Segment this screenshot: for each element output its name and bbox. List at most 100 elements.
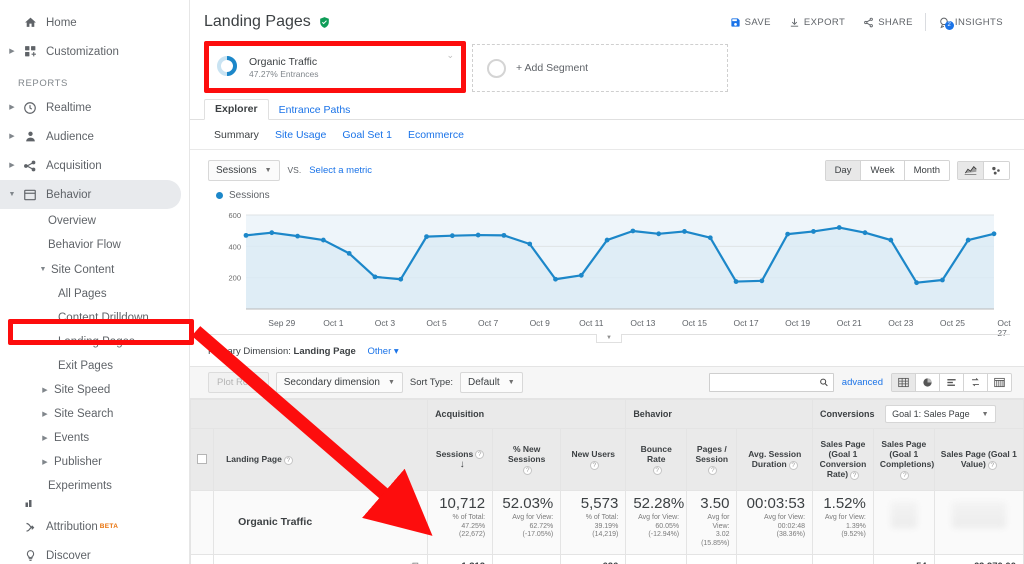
sidebar-item-events[interactable]: ▶ Events bbox=[0, 426, 189, 450]
help-icon[interactable]: ? bbox=[708, 465, 718, 475]
sidebar-item-site-content[interactable]: ▼ Site Content bbox=[0, 257, 189, 282]
attribution-icon bbox=[18, 520, 42, 534]
granularity-week[interactable]: Week bbox=[861, 160, 905, 180]
help-icon[interactable]: ? bbox=[987, 460, 997, 470]
help-icon[interactable]: ? bbox=[523, 465, 533, 475]
row-landing-page[interactable]: 1. / bbox=[213, 553, 429, 564]
goal-select[interactable]: Goal 1: Sales Page ▼ bbox=[885, 405, 996, 423]
sidebar-item-landing-pages[interactable]: Landing Pages bbox=[0, 330, 189, 354]
verified-shield-icon bbox=[318, 16, 331, 29]
sort-desc-icon[interactable]: ↓ bbox=[460, 459, 465, 470]
comparison-view-icon[interactable] bbox=[964, 374, 988, 391]
column-new-sessions-pct[interactable]: % New Sessions? bbox=[492, 428, 562, 491]
column-goal1-value[interactable]: Sales Page (Goal 1 Value)? bbox=[933, 428, 1024, 491]
pivot-view-icon[interactable] bbox=[988, 374, 1011, 391]
sidebar-item-behavior-flow[interactable]: Behavior Flow bbox=[0, 233, 189, 257]
help-icon[interactable]: ? bbox=[850, 470, 860, 480]
motion-chart-icon[interactable] bbox=[984, 161, 1009, 179]
help-icon[interactable]: ? bbox=[589, 460, 599, 470]
sidebar-item-all-pages[interactable]: All Pages bbox=[0, 282, 189, 306]
metric-bar: Sessions ▼ VS. Select a metric Day Week … bbox=[190, 150, 1024, 190]
sidebar-item-behavior[interactable]: ▼ Behavior bbox=[0, 180, 181, 209]
sidebar-item-content-drilldown[interactable]: Content Drilldown bbox=[0, 306, 189, 330]
subtab-site-usage[interactable]: Site Usage bbox=[275, 129, 326, 141]
search-input[interactable] bbox=[713, 377, 819, 388]
sidebar-item-customization[interactable]: ▶ Customization bbox=[0, 37, 189, 66]
share-button[interactable]: SHARE bbox=[854, 17, 922, 28]
column-goal1-conversion-rate[interactable]: Sales Page (Goal 1 Conversion Rate)? bbox=[812, 428, 874, 491]
add-segment-button[interactable]: + Add Segment bbox=[472, 44, 728, 92]
sidebar-item-exit-pages[interactable]: Exit Pages bbox=[0, 354, 189, 378]
subtab-goal-set-1[interactable]: Goal Set 1 bbox=[342, 129, 392, 141]
column-avg-session-duration[interactable]: Avg. Session Duration? bbox=[736, 428, 814, 491]
insights-icon: 2 bbox=[938, 16, 954, 30]
group-header-conversions: Conversions Goal 1: Sales Page ▼ bbox=[812, 399, 1024, 429]
insights-button[interactable]: 2 INSIGHTS bbox=[929, 16, 1012, 30]
select-metric-link[interactable]: Select a metric bbox=[309, 165, 372, 176]
line-chart-icon[interactable] bbox=[958, 161, 984, 179]
chevron-down-icon[interactable]: ⌄ bbox=[446, 50, 454, 61]
column-goal1-completions[interactable]: Sales Page (Goal 1 Completions)? bbox=[872, 428, 935, 491]
table-row[interactable]: 1. / 1,312 (12.25%) 47.71% 626 bbox=[190, 553, 1024, 564]
chart-expander-button[interactable]: ▼ bbox=[596, 334, 622, 343]
column-sessions[interactable]: Sessions? ↓ bbox=[427, 428, 494, 491]
primary-dimension-value[interactable]: Landing Page bbox=[294, 346, 356, 357]
bar-view-icon[interactable] bbox=[940, 374, 964, 391]
metric-select[interactable]: Sessions ▼ bbox=[208, 159, 280, 181]
search-icon[interactable] bbox=[819, 377, 829, 388]
header-actions: SAVE EXPORT SHARE 2 INSIGHTS bbox=[721, 13, 1012, 31]
tab-entrance-paths[interactable]: Entrance Paths bbox=[269, 101, 361, 120]
sidebar-item-discover[interactable]: Discover bbox=[0, 541, 189, 564]
sort-type-select[interactable]: Default ▼ bbox=[460, 372, 523, 393]
sidebar-item-site-search[interactable]: ▶ Site Search bbox=[0, 402, 189, 426]
sidebar-item-audience[interactable]: ▶ Audience bbox=[0, 122, 189, 151]
sessions-line-chart[interactable]: 200 400 600 bbox=[208, 207, 1010, 317]
sidebar-item-attribution[interactable]: Attribution BETA bbox=[0, 512, 189, 541]
column-new-users[interactable]: New Users? bbox=[560, 428, 627, 491]
granularity-day[interactable]: Day bbox=[825, 160, 862, 180]
table-view-icon[interactable] bbox=[892, 374, 916, 391]
sidebar-item-acquisition[interactable]: ▶ Acquisition bbox=[0, 151, 189, 180]
column-landing-page[interactable]: Landing Page? bbox=[213, 428, 429, 491]
column-pages-session[interactable]: Pages / Session? bbox=[686, 428, 738, 491]
sidebar-sublabel: Content Drilldown bbox=[58, 312, 149, 324]
secondary-dimension-select[interactable]: Secondary dimension ▼ bbox=[275, 372, 403, 393]
tab-explorer[interactable]: Explorer bbox=[204, 99, 269, 120]
audience-person-icon bbox=[18, 130, 42, 143]
sidebar-item-site-speed[interactable]: ▶ Site Speed bbox=[0, 378, 189, 402]
sidebar-item-publisher[interactable]: ▶ Publisher bbox=[0, 450, 189, 474]
row-cell-sessions: 1,312 (12.25%) bbox=[427, 553, 494, 564]
chevron-right-icon: ▶ bbox=[9, 104, 15, 111]
segment-organic-traffic[interactable]: Organic Traffic 47.27% Entrances ⌄ bbox=[204, 44, 462, 92]
granularity-month[interactable]: Month bbox=[904, 160, 949, 180]
svg-text:400: 400 bbox=[228, 242, 241, 251]
table-view-icons bbox=[891, 373, 1012, 392]
help-icon[interactable]: ? bbox=[900, 470, 910, 480]
save-button[interactable]: SAVE bbox=[721, 17, 780, 28]
help-icon[interactable]: ? bbox=[283, 455, 293, 465]
select-all-checkbox-cell[interactable] bbox=[190, 428, 215, 491]
sidebar-item-realtime[interactable]: ▶ Realtime bbox=[0, 93, 189, 122]
sidebar-item-home[interactable]: Home bbox=[0, 8, 189, 37]
subtab-ecommerce[interactable]: Ecommerce bbox=[408, 129, 464, 141]
help-icon[interactable]: ? bbox=[475, 450, 485, 460]
chart-legend: Sessions bbox=[208, 190, 1010, 207]
pie-view-icon[interactable] bbox=[916, 374, 940, 391]
column-bounce-rate[interactable]: Bounce Rate? bbox=[625, 428, 688, 491]
divider bbox=[924, 13, 926, 31]
chart-x-axis: Sep 29 Oct 1 Oct 3 Oct 5 Oct 7 Oct 9 Oct 11 Oct… bbox=[218, 317, 1010, 338]
x-axis-tick: Oct 23 bbox=[888, 318, 914, 328]
export-button[interactable]: EXPORT bbox=[780, 17, 854, 28]
subtab-summary[interactable]: Summary bbox=[214, 129, 259, 141]
help-icon[interactable]: ? bbox=[652, 465, 662, 475]
row-checkbox-cell[interactable] bbox=[190, 553, 215, 564]
page-title: Landing Pages bbox=[204, 13, 311, 30]
plot-rows-button[interactable]: Plot Rows bbox=[208, 372, 269, 393]
table-search-box[interactable] bbox=[708, 373, 834, 392]
help-icon[interactable]: ? bbox=[788, 460, 798, 470]
sidebar-item-overview[interactable]: Overview bbox=[0, 209, 189, 233]
primary-dimension-other[interactable]: Other ▾ bbox=[367, 346, 398, 357]
select-all-checkbox[interactable] bbox=[197, 453, 208, 464]
advanced-link[interactable]: advanced bbox=[842, 377, 883, 388]
sidebar-item-experiments[interactable]: Experiments bbox=[0, 474, 189, 498]
